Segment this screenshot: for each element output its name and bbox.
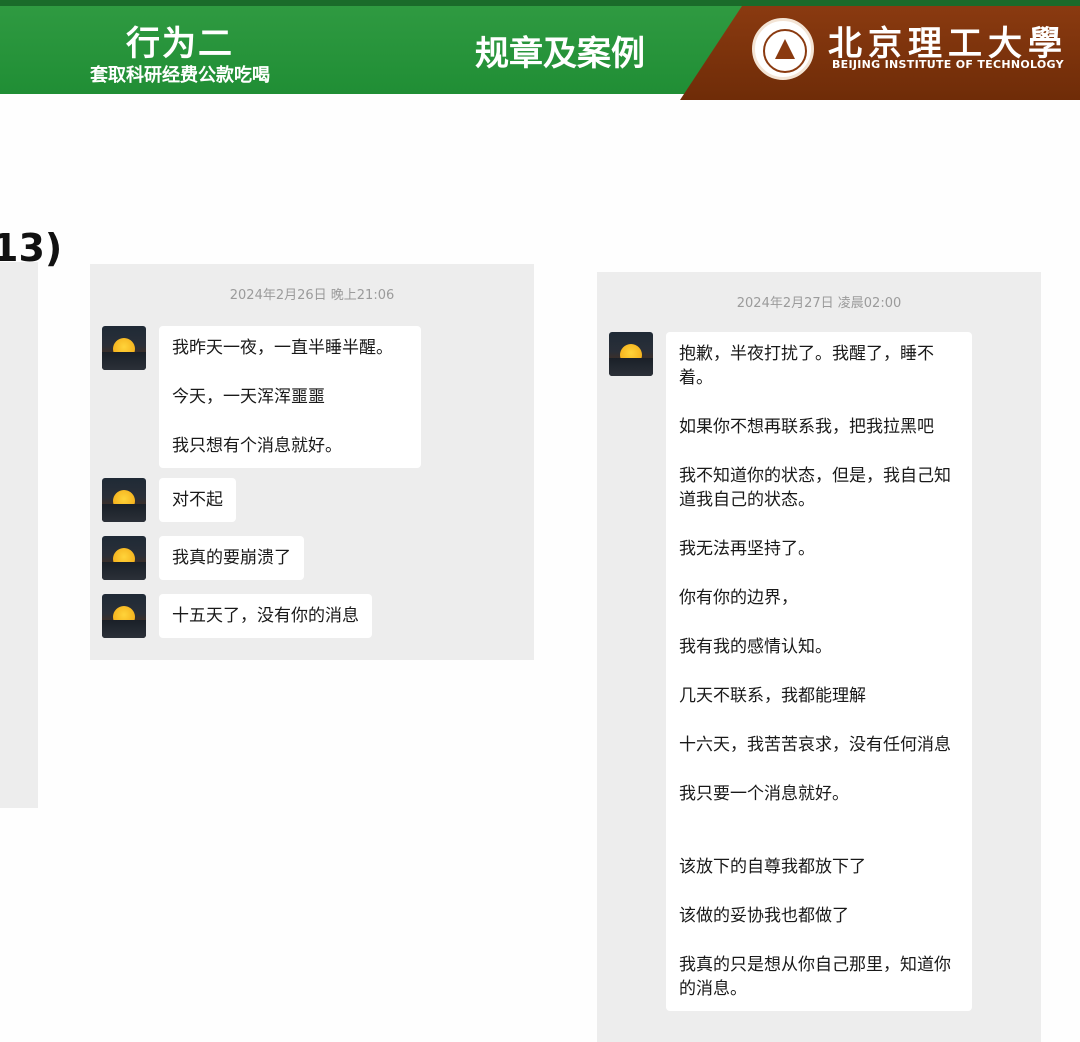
behavior-subtitle: 套取科研经费公款吃喝 — [90, 65, 270, 86]
university-seal-icon — [752, 18, 814, 80]
chat-timestamp: 2024年2月27日 凌晨02:00 — [736, 296, 902, 311]
sunset-avatar-icon — [102, 326, 146, 370]
chat-message: 十五天了，没有你的消息 — [102, 594, 372, 638]
message-text: 我只想有个消息就好。 — [172, 436, 342, 456]
message-text: 该放下的自尊我都放下了 — [679, 857, 866, 877]
message-text: 我只要一个消息就好。 — [679, 784, 849, 804]
sunset-avatar-icon — [102, 536, 146, 580]
message-text: 我有我的感情认知。 — [679, 637, 832, 657]
message-bubble: 我真的要崩溃了 — [159, 536, 304, 580]
message-bubble: 对不起 — [159, 478, 236, 522]
chat-screenshot-b: 2024年2月27日 凌晨02:00 抱歉，半夜打扰了。我醒了，睡不着。 如果你… — [597, 272, 1041, 1042]
message-text: 十六天，我苦苦哀求，没有任何消息 — [679, 735, 951, 755]
message-text: 我无法再坚持了。 — [679, 539, 815, 559]
message-text: 你有你的边界， — [679, 588, 798, 608]
university-name-en: BEIJING INSTITUTE OF TECHNOLOGY — [832, 58, 1064, 71]
section-title: 规章及案例 — [475, 34, 645, 74]
message-text: 我真的要崩溃了 — [172, 548, 291, 568]
message-text: 该做的妥协我也都做了 — [679, 906, 849, 926]
behavior-title: 行为二 — [126, 24, 234, 64]
message-bubble: 我昨天一夜，一直半睡半醒。 今天，一天浑浑噩噩 我只想有个消息就好。 — [159, 326, 421, 468]
sunset-avatar-icon — [609, 332, 653, 376]
chat-screenshot-a: 2024年2月26日 晚上21:06 我昨天一夜，一直半睡半醒。 今天，一天浑浑… — [90, 264, 534, 660]
message-bubble: 十五天了，没有你的消息 — [159, 594, 372, 638]
message-text: 今天，一天浑浑噩噩 — [172, 387, 325, 407]
message-text: 抱歉，半夜打扰了。我醒了，睡不着。 — [679, 344, 934, 388]
chat-message: 抱歉，半夜打扰了。我醒了，睡不着。 如果你不想再联系我，把我拉黑吧 我不知道你的… — [609, 332, 972, 1011]
message-text: 十五天了，没有你的消息 — [172, 606, 359, 626]
sunset-avatar-icon — [102, 594, 146, 638]
slide-header: 行为二 套取科研经费公款吃喝 规章及案例 北京理工大學 BEIJING INST… — [0, 0, 1080, 100]
chat-message: 我真的要崩溃了 — [102, 536, 304, 580]
message-text: 几天不联系，我都能理解 — [679, 686, 866, 706]
cropped-chat-panel — [0, 262, 38, 808]
message-text: 我真的只是想从你自己那里，知道你的消息。 — [679, 955, 951, 999]
message-text: 如果你不想再联系我，把我拉黑吧 — [679, 417, 934, 437]
chat-timestamp: 2024年2月26日 晚上21:06 — [229, 288, 395, 303]
message-bubble: 抱歉，半夜打扰了。我醒了，睡不着。 如果你不想再联系我，把我拉黑吧 我不知道你的… — [666, 332, 972, 1011]
chat-message: 我昨天一夜，一直半睡半醒。 今天，一天浑浑噩噩 我只想有个消息就好。 — [102, 326, 421, 468]
message-text: 我不知道你的状态，但是，我自己知道我自己的状态。 — [679, 466, 951, 510]
message-text: 对不起 — [172, 490, 223, 510]
chat-message: 对不起 — [102, 478, 236, 522]
message-text: 我昨天一夜，一直半睡半醒。 — [172, 338, 393, 358]
sunset-avatar-icon — [102, 478, 146, 522]
